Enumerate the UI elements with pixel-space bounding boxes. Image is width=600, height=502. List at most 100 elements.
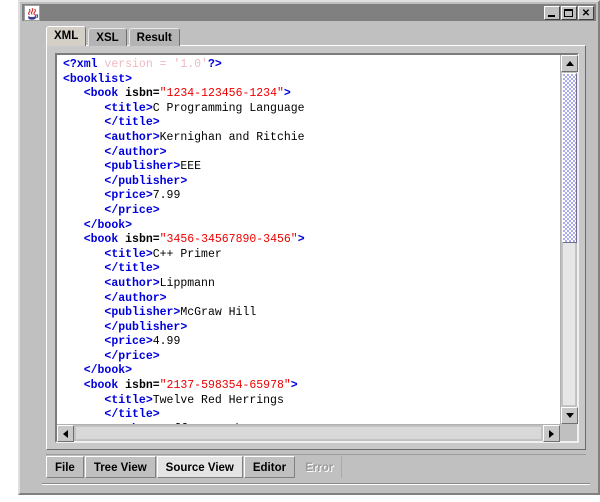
- code-token-tg: </book>: [83, 364, 133, 378]
- xml-source-text: <?xml version = '1.0'?> <booklist> <book …: [63, 58, 305, 424]
- code-line: <book isbn="3456-34567890-3456">: [63, 233, 305, 248]
- code-token-tg: </title>: [104, 262, 160, 276]
- code-token-tg: <?xml: [63, 58, 98, 71]
- code-token-tg: <book: [83, 233, 126, 247]
- code-token-tg: </author>: [104, 291, 167, 305]
- code-token-txt: Lippmann: [159, 276, 215, 290]
- bottom-tab-file[interactable]: File: [46, 455, 84, 478]
- code-token-decl: version = '1.0': [97, 58, 208, 71]
- bottom-tab-source-view[interactable]: Source View: [156, 455, 243, 478]
- code-token-attr: isbn=: [125, 87, 160, 101]
- bottom-divider: [42, 483, 590, 485]
- code-line: <booklist>: [63, 73, 305, 88]
- code-token-txt: Kernighan and Ritchie: [159, 130, 305, 144]
- bottom-tab-bar: File Tree View Source View Editor Error: [46, 454, 586, 478]
- code-line: <author>Kernighan and Ritchie: [63, 131, 305, 146]
- scrollbar-corner: [560, 424, 577, 441]
- code-token-tg: <booklist>: [63, 72, 133, 86]
- code-token-tg: <price>: [104, 335, 153, 349]
- code-token-tg: </title>: [104, 408, 160, 422]
- code-token-tg: <author>: [104, 130, 160, 144]
- code-token-tg: <title>: [104, 247, 153, 261]
- maximize-button[interactable]: [561, 5, 577, 20]
- code-token-tg: <author>: [104, 276, 160, 290]
- title-bar: ✕: [22, 4, 596, 21]
- code-line: <title>C++ Primer: [63, 248, 305, 263]
- java-duke-icon: [24, 4, 40, 21]
- code-token-tg: <price>: [104, 189, 153, 203]
- vertical-scroll-thumb[interactable]: [562, 73, 577, 243]
- code-token-tg: <publisher>: [104, 306, 181, 320]
- scroll-right-arrow[interactable]: [543, 425, 560, 442]
- tab-xml[interactable]: XML: [46, 26, 87, 46]
- code-token-tg: </price>: [104, 203, 160, 217]
- code-token-txt: C++ Primer: [152, 247, 222, 261]
- code-line: </publisher>: [63, 175, 305, 190]
- code-line: </publisher>: [63, 321, 305, 336]
- code-token-tg: <publisher>: [104, 160, 181, 174]
- code-token-tg: <book: [83, 87, 126, 101]
- code-token-tg: >: [290, 379, 298, 393]
- code-line: <book isbn="2137-598354-65978">: [63, 379, 305, 394]
- code-line: <title>C Programming Language: [63, 102, 305, 117]
- bottom-tab-tree-view[interactable]: Tree View: [84, 455, 156, 478]
- code-token-tg: ?>: [207, 58, 222, 71]
- code-token-tg: >: [297, 233, 305, 247]
- horizontal-scroll-track[interactable]: [75, 426, 542, 440]
- code-token-tg: <book: [83, 379, 126, 393]
- code-line: <author>Lippmann: [63, 277, 305, 292]
- tab-xsl[interactable]: XSL: [88, 28, 127, 46]
- code-token-tg: <title>: [104, 393, 153, 407]
- code-token-txt: McGraw Hill: [180, 306, 257, 320]
- vertical-scrollbar[interactable]: [560, 55, 578, 424]
- code-token-val: "1234-123456-1234": [159, 87, 284, 101]
- code-line: </price>: [63, 204, 305, 219]
- tab-content-panel: <?xml version = '1.0'?> <booklist> <book …: [46, 45, 586, 450]
- code-token-tg: </author>: [104, 145, 167, 159]
- code-token-val: "2137-598354-65978": [159, 379, 291, 393]
- scroll-up-arrow[interactable]: [561, 55, 578, 72]
- code-token-tg: >: [283, 87, 291, 101]
- minimize-button[interactable]: [544, 5, 560, 20]
- tab-result[interactable]: Result: [128, 28, 180, 46]
- scroll-down-arrow[interactable]: [561, 407, 578, 424]
- code-token-val: "3456-34567890-3456": [159, 233, 298, 247]
- code-token-txt: C Programming Language: [152, 101, 305, 115]
- editor-scroll-pane: <?xml version = '1.0'?> <booklist> <book …: [55, 53, 579, 443]
- scroll-left-arrow[interactable]: [57, 425, 74, 442]
- code-line: <book isbn="1234-123456-1234">: [63, 87, 305, 102]
- code-line: </author>: [63, 292, 305, 307]
- code-token-txt: Twelve Red Herrings: [152, 393, 284, 407]
- code-token-tg: </price>: [104, 349, 160, 363]
- code-line: <title>Twelve Red Herrings: [63, 394, 305, 409]
- xml-source-editor[interactable]: <?xml version = '1.0'?> <booklist> <book …: [57, 55, 560, 424]
- code-token-attr: isbn=: [125, 379, 160, 393]
- code-line: </title>: [63, 262, 305, 277]
- code-line: </price>: [63, 350, 305, 365]
- bottom-tab-editor[interactable]: Editor: [243, 455, 296, 478]
- horizontal-scrollbar[interactable]: [57, 424, 560, 442]
- code-token-attr: isbn=: [125, 233, 160, 247]
- close-button[interactable]: ✕: [578, 5, 594, 20]
